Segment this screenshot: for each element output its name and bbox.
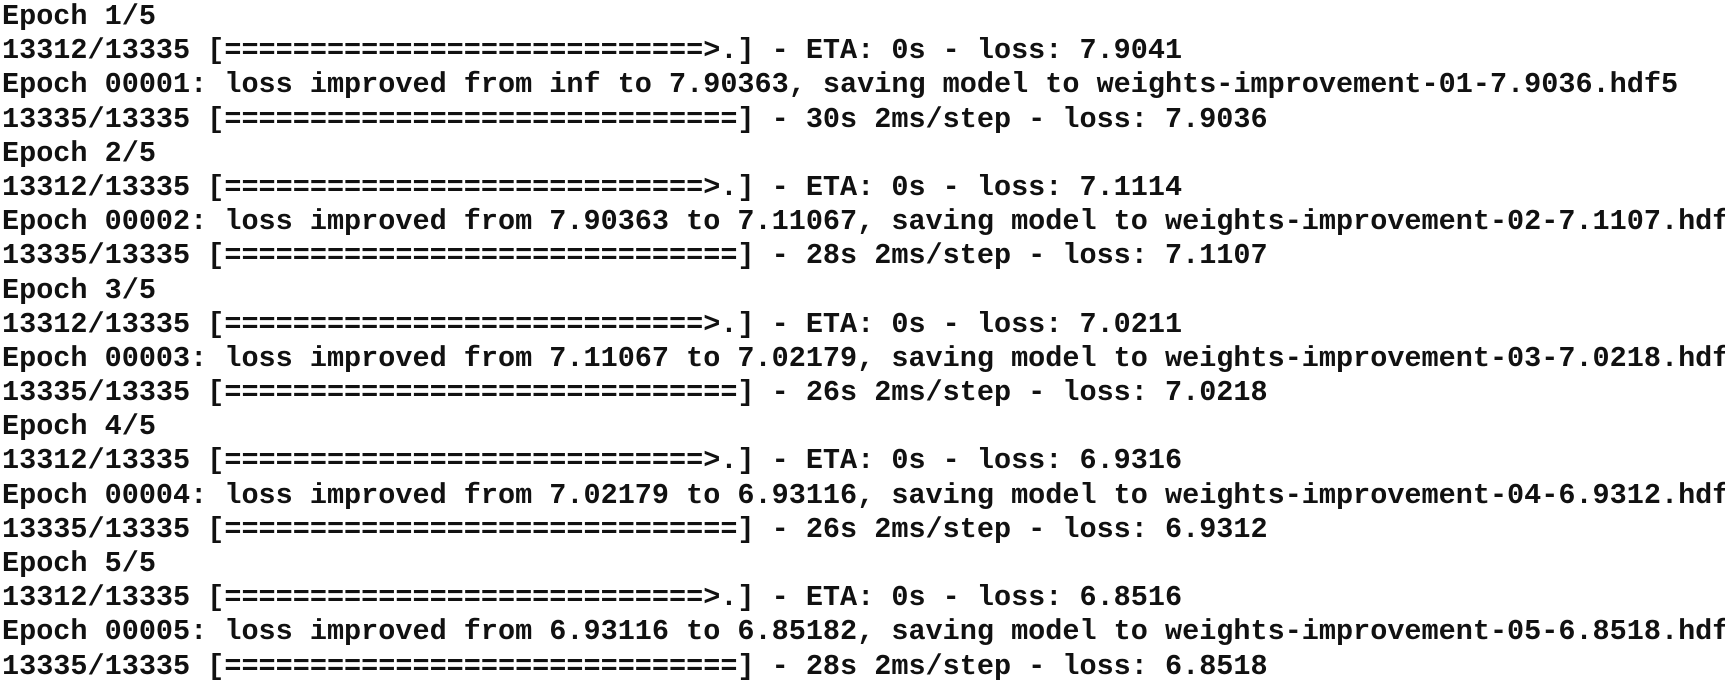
terminal-output: Epoch 1/5 13312/13335 [=================… [0, 0, 1725, 683]
epoch-header-line: Epoch 1/5 [2, 0, 156, 33]
epoch-summary-line: 13335/13335 [===========================… [2, 102, 1268, 136]
progress-line: 13312/13335 [===========================… [2, 581, 1183, 615]
checkpoint-line: Epoch 00001: loss improved from inf to 7… [2, 68, 1679, 102]
epoch-header-line: Epoch 5/5 [2, 547, 156, 580]
epoch-summary-line: 13335/13335 [===========================… [2, 376, 1268, 410]
checkpoint-line: Epoch 00005: loss improved from 6.93116 … [2, 615, 1725, 649]
progress-line: 13312/13335 [===========================… [2, 444, 1183, 478]
progress-line: 13312/13335 [===========================… [2, 34, 1183, 68]
epoch-header-line: Epoch 3/5 [2, 273, 156, 307]
checkpoint-line: Epoch 00002: loss improved from 7.90363 … [2, 205, 1725, 239]
checkpoint-line: Epoch 00003: loss improved from 7.11067 … [2, 341, 1725, 375]
epoch-header-line: Epoch 4/5 [2, 410, 156, 444]
training-log: Epoch 1/5 13312/13335 [=================… [2, 0, 1725, 684]
checkpoint-line: Epoch 00004: loss improved from 7.02179 … [2, 478, 1725, 512]
progress-line: 13312/13335 [===========================… [2, 307, 1183, 341]
epoch-summary-line: 13335/13335 [===========================… [2, 649, 1268, 683]
epoch-summary-line: 13335/13335 [===========================… [2, 239, 1268, 273]
epoch-summary-line: 13335/13335 [===========================… [2, 512, 1268, 546]
progress-line: 13312/13335 [===========================… [2, 170, 1183, 204]
epoch-header-line: Epoch 2/5 [2, 136, 156, 170]
